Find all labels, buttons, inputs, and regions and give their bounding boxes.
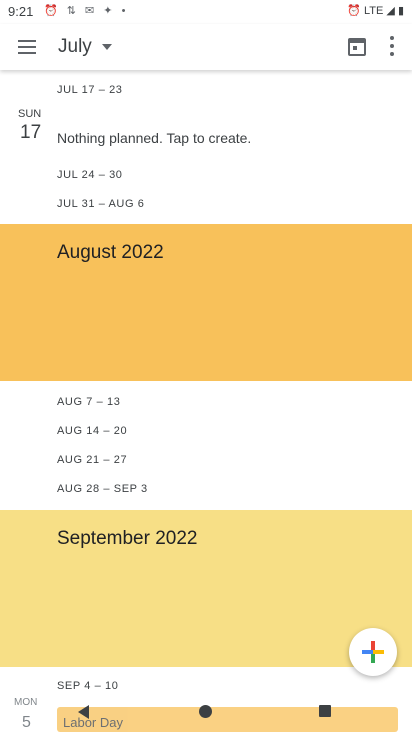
chevron-down-icon (101, 44, 112, 50)
app-bar: July (0, 24, 412, 70)
month-banner-august: August 2022 (0, 224, 412, 381)
jump-to-today-button[interactable] (345, 34, 369, 58)
empty-day-create-prompt[interactable]: Nothing planned. Tap to create. (57, 130, 251, 146)
week-header-jul-31: JUL 31 – AUG 6 (57, 198, 145, 210)
menu-button[interactable] (14, 34, 42, 60)
status-right: ⏰ LTE ◢ ▮ (347, 4, 404, 17)
back-icon[interactable] (78, 705, 89, 719)
more-options-button[interactable] (386, 36, 398, 58)
status-bar: 9:21 ⏰ ⇅ ✉ ✦ • ⏰ LTE ◢ ▮ (0, 0, 412, 24)
home-icon[interactable] (199, 705, 212, 718)
month-banner-title: September 2022 (57, 528, 198, 549)
recents-icon[interactable] (319, 705, 331, 717)
month-label: July (58, 36, 92, 57)
month-banner-title: August 2022 (57, 242, 164, 263)
create-event-button[interactable] (349, 628, 397, 676)
day-number[interactable]: 17 (20, 122, 41, 144)
battery-icon: ▮ (397, 5, 404, 17)
system-nav-bar (0, 696, 412, 732)
week-header-aug-28: AUG 28 – SEP 3 (57, 483, 148, 495)
month-selector-button[interactable]: July (58, 34, 112, 60)
alarm-icon: ⏰ (347, 5, 361, 17)
status-time: 9:21 (8, 4, 34, 19)
week-header-jul-17: JUL 17 – 23 (57, 84, 123, 96)
week-header-aug-21: AUG 21 – 27 (57, 454, 128, 466)
network-type: LTE (363, 5, 384, 17)
week-header-aug-14: AUG 14 – 20 (57, 425, 128, 437)
week-header-sep-4: SEP 4 – 10 (57, 680, 119, 692)
week-header-aug-7: AUG 7 – 13 (57, 396, 121, 408)
week-header-jul-24: JUL 24 – 30 (57, 169, 123, 181)
notification-icons: ⏰ ⇅ ✉ ✦ • (44, 5, 129, 17)
signal-icon: ◢ (386, 5, 395, 17)
day-name: SUN (18, 108, 42, 120)
